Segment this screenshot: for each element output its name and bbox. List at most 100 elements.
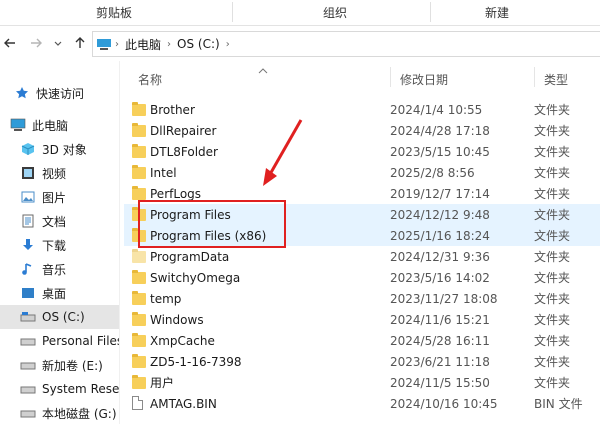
desktop-icon (20, 285, 36, 301)
file-name: DTL8Folder (150, 144, 218, 159)
document-icon (20, 213, 36, 229)
file-type: BIN 文件 (534, 397, 583, 411)
arrow-right-icon[interactable] (28, 35, 44, 51)
sidebar-item-label: 3D 对象 (42, 142, 87, 157)
file-row[interactable]: SwitchyOmega 2023/5/16 14:02 文件夹 (124, 267, 600, 288)
file-row[interactable]: DllRepairer 2024/4/28 17:18 文件夹 (124, 120, 600, 141)
ribbon-group-organize[interactable]: 组织 (323, 4, 347, 21)
file-modified-date: 2023/5/16 14:02 (390, 270, 490, 285)
file-type: 文件夹 (534, 313, 571, 327)
sidebar-item-desktop[interactable]: 桌面 (0, 281, 120, 305)
pane-divider[interactable] (119, 61, 120, 424)
file-name: ProgramData (150, 249, 230, 264)
file-modified-date: 2024/10/16 10:45 (390, 396, 498, 411)
folder-icon (132, 375, 146, 389)
breadcrumb-separator-icon: › (167, 38, 172, 50)
file-modified-date: 2023/6/21 11:18 (390, 354, 490, 369)
breadcrumb-drive-c[interactable]: OS (C:) (177, 37, 220, 51)
column-divider[interactable] (390, 67, 391, 87)
sidebar-item-music[interactable]: 音乐 (0, 257, 120, 281)
sidebar-item-label: 快速访问 (36, 86, 85, 101)
folder-icon (132, 144, 146, 158)
column-header-date[interactable]: 修改日期 (400, 71, 448, 88)
arrow-up-icon[interactable] (72, 35, 88, 51)
annotation-highlight-box (138, 200, 286, 248)
computer-icon (10, 117, 26, 133)
column-divider[interactable] (534, 67, 535, 87)
sidebar-item-drive-e[interactable]: 新加卷 (E:) (0, 353, 120, 377)
ribbon-group-new[interactable]: 新建 (485, 4, 509, 21)
file-name: AMTAG.BIN (150, 396, 217, 411)
folder-icon (132, 186, 146, 200)
file-type: 文件夹 (534, 355, 571, 369)
sidebar-item-3d-objects[interactable]: 3D 对象 (0, 137, 120, 161)
address-bar[interactable]: › 此电脑 › OS (C:) › (92, 31, 600, 57)
sidebar-item-label: 音乐 (42, 262, 67, 277)
breadcrumb-separator-icon: › (115, 38, 119, 50)
sidebar-item-label: 新加卷 (E:) (42, 358, 103, 373)
sidebar-item-label: 文档 (42, 214, 67, 229)
file-name: 用户 (150, 376, 175, 390)
file-row[interactable]: Windows 2024/11/6 15:21 文件夹 (124, 309, 600, 330)
file-row[interactable]: temp 2023/11/27 18:08 文件夹 (124, 288, 600, 309)
folder-icon (132, 270, 146, 284)
file-type: 文件夹 (534, 166, 571, 180)
file-row[interactable]: Brother 2024/1/4 10:55 文件夹 (124, 99, 600, 120)
sidebar-item-this-pc[interactable]: 此电脑 (0, 113, 120, 137)
file-row[interactable]: XmpCache 2024/5/28 16:11 文件夹 (124, 330, 600, 351)
file-name: temp (150, 291, 182, 306)
file-type: 文件夹 (534, 334, 571, 348)
sidebar-item-downloads[interactable]: 下载 (0, 233, 120, 257)
drive-icon (20, 381, 36, 397)
file-row[interactable]: 用户 2024/11/5 15:50 文件夹 (124, 372, 600, 393)
sidebar-item-pictures[interactable]: 图片 (0, 185, 120, 209)
folder-icon (132, 102, 146, 116)
ribbon-group-clipboard[interactable]: 剪贴板 (96, 4, 132, 21)
sidebar-item-drive-g[interactable]: 本地磁盘 (G:) (0, 401, 120, 424)
file-modified-date: 2025/1/16 18:24 (390, 228, 490, 243)
download-icon (20, 237, 36, 253)
file-type: 文件夹 (534, 124, 571, 138)
file-type: 文件夹 (534, 187, 571, 201)
file-type: 文件夹 (534, 292, 571, 306)
column-header-type[interactable]: 类型 (544, 71, 568, 88)
file-type: 文件夹 (534, 103, 571, 117)
sort-ascending-icon[interactable] (258, 63, 268, 77)
file-type: 文件夹 (534, 271, 571, 285)
column-header-name[interactable]: 名称 (138, 71, 162, 88)
drive-icon (20, 309, 36, 325)
sidebar-item-label: System Reser (42, 382, 120, 396)
file-row[interactable]: AMTAG.BIN 2024/10/16 10:45 BIN 文件 (124, 393, 600, 414)
file-row[interactable]: ProgramData 2024/12/31 9:36 文件夹 (124, 246, 600, 267)
annotation-arrow-icon (263, 119, 303, 186)
sidebar-item-system-reserved[interactable]: System Reser (0, 377, 120, 401)
sidebar-item-personal-files[interactable]: Personal Files (0, 329, 120, 353)
breadcrumb-separator-icon: › (225, 38, 230, 50)
ribbon-divider (430, 2, 431, 22)
breadcrumb-this-pc[interactable]: 此电脑 (125, 36, 161, 53)
file-modified-date: 2023/11/27 18:08 (390, 291, 498, 306)
file-modified-date: 2024/4/28 17:18 (390, 123, 490, 138)
file-type: 文件夹 (534, 145, 571, 159)
sidebar-item-label: 图片 (42, 190, 67, 205)
file-icon (132, 396, 146, 410)
folder-icon (132, 249, 146, 263)
sidebar-item-label: 视频 (42, 166, 67, 181)
file-row[interactable]: DTL8Folder 2023/5/15 10:45 文件夹 (124, 141, 600, 162)
sidebar-item-quick-access[interactable]: 快速访问 (0, 81, 120, 105)
file-type: 文件夹 (534, 208, 571, 222)
computer-icon (93, 37, 115, 51)
file-row[interactable]: ZD5-1-16-7398 2023/6/21 11:18 文件夹 (124, 351, 600, 372)
arrow-left-icon[interactable] (2, 35, 18, 51)
sidebar-item-drive-c[interactable]: OS (C:) (0, 305, 120, 329)
sidebar-item-documents[interactable]: 文档 (0, 209, 120, 233)
folder-icon (132, 312, 146, 326)
chevron-down-icon[interactable] (50, 35, 66, 51)
sidebar-item-videos[interactable]: 视频 (0, 161, 120, 185)
file-row[interactable]: Intel 2025/2/8 8:56 文件夹 (124, 162, 600, 183)
file-modified-date: 2023/5/15 10:45 (390, 144, 490, 159)
file-modified-date: 2024/11/6 15:21 (390, 312, 490, 327)
ribbon-divider (232, 2, 233, 22)
file-modified-date: 2025/2/8 8:56 (390, 165, 475, 180)
file-modified-date: 2024/12/31 9:36 (390, 249, 490, 264)
